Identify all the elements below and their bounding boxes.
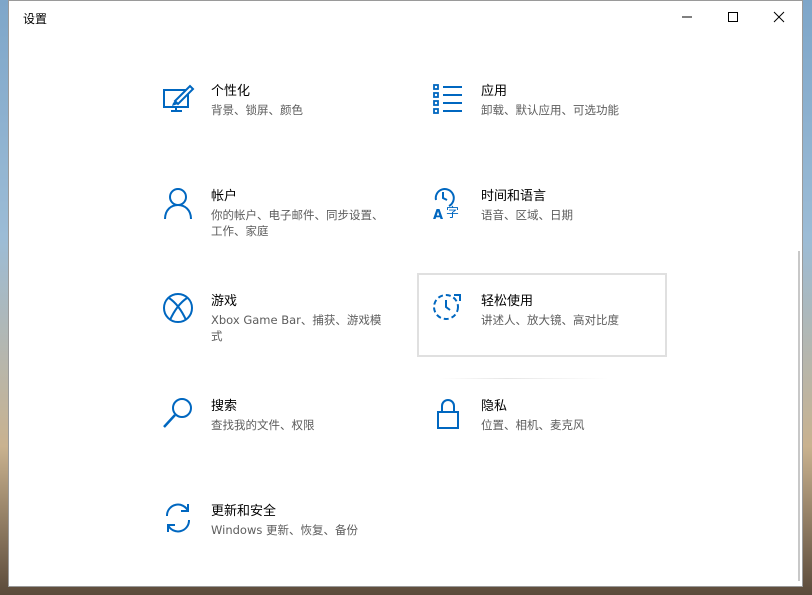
watermark-text: 路由器 <box>722 536 797 564</box>
tile-title: 个性化 <box>211 84 251 99</box>
tile-title: 帐户 <box>211 189 238 204</box>
tile-description: 位置、相机、麦克风 <box>481 418 585 432</box>
watermark-url: luyouqi.com <box>726 562 782 572</box>
settings-tile-search[interactable]: 搜索 查找我的文件、权限 <box>151 386 399 468</box>
tile-title: 轻松使用 <box>481 294 534 309</box>
settings-tile-gaming[interactable]: 游戏 Xbox Game Bar、捕获、游戏模式 <box>151 281 399 363</box>
tile-title: 隐私 <box>481 399 508 414</box>
update-icon <box>161 501 195 535</box>
settings-tile-update-security[interactable]: 更新和安全 Windows 更新、恢复、备份 <box>151 491 399 573</box>
svg-text:A: A <box>433 208 443 220</box>
tile-description: 背景、锁屏、颜色 <box>211 103 303 117</box>
tile-description: Xbox Game Bar、捕获、游戏模式 <box>211 313 382 343</box>
xbox-icon <box>161 291 195 325</box>
maximize-button[interactable] <box>710 1 756 33</box>
personalization-icon <box>161 81 195 115</box>
account-icon <box>161 186 195 220</box>
search-icon <box>161 396 195 430</box>
minimize-icon <box>682 16 692 18</box>
settings-window: 设置 个性化 背景、锁屏、颜色 应用 卸载、默认应用、可选功能 帐户 你的帐户、… <box>8 0 803 587</box>
window-title: 设置 <box>23 12 48 26</box>
tile-title: 应用 <box>481 84 508 99</box>
time-language-icon: A字 <box>431 186 465 220</box>
close-button[interactable] <box>756 1 802 33</box>
tile-description: 卸载、默认应用、可选功能 <box>481 103 619 117</box>
tile-description: Windows 更新、恢复、备份 <box>211 523 358 537</box>
apps-icon <box>431 81 465 115</box>
tile-description: 讲述人、放大镜、高对比度 <box>481 313 619 327</box>
settings-tile-time-language[interactable]: A字 时间和语言 语音、区域、日期 <box>421 176 669 258</box>
lock-icon <box>431 396 465 430</box>
close-icon <box>773 11 785 23</box>
settings-tile-personalization[interactable]: 个性化 背景、锁屏、颜色 <box>151 71 399 153</box>
settings-tile-accounts[interactable]: 帐户 你的帐户、电子邮件、同步设置、工作、家庭 <box>151 176 399 258</box>
settings-tile-ease-of-access[interactable]: 轻松使用 讲述人、放大镜、高对比度 <box>417 273 667 357</box>
watermark-logo-icon <box>672 530 716 574</box>
maximize-icon <box>728 12 738 22</box>
watermark: 路由器 luyouqi.com <box>668 524 808 584</box>
tile-title: 游戏 <box>211 294 238 309</box>
tile-description: 语音、区域、日期 <box>481 208 573 222</box>
svg-text:字: 字 <box>446 206 459 220</box>
title-bar[interactable]: 设置 <box>9 1 802 35</box>
divider <box>439 378 609 379</box>
settings-tile-privacy[interactable]: 隐私 位置、相机、麦克风 <box>421 386 669 468</box>
ease-of-access-icon <box>431 289 465 323</box>
tile-title: 时间和语言 <box>481 189 547 204</box>
minimize-button[interactable] <box>664 1 710 33</box>
tile-title: 搜索 <box>211 399 238 414</box>
tile-description: 查找我的文件、权限 <box>211 418 315 432</box>
tile-title: 更新和安全 <box>211 504 277 519</box>
tile-description: 你的帐户、电子邮件、同步设置、工作、家庭 <box>211 208 384 238</box>
settings-tile-apps[interactable]: 应用 卸载、默认应用、可选功能 <box>421 71 669 153</box>
